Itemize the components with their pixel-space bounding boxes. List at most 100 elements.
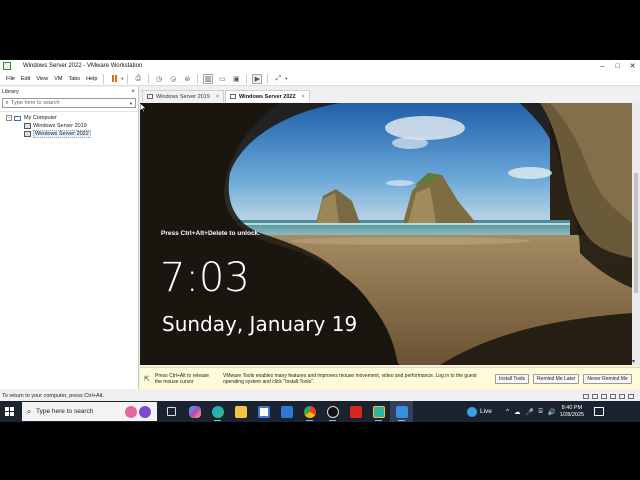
send-ctrl-alt-del-button[interactable]: ⎙ <box>133 74 143 84</box>
revert-snapshot-icon[interactable]: ◶ <box>168 74 178 84</box>
collapse-icon[interactable]: − <box>6 115 12 121</box>
clock-time: 8:40 PM <box>561 404 583 411</box>
toolbar-separator <box>103 73 105 84</box>
search-icon: ⌕ <box>26 406 32 416</box>
tab-label: Windows Server 2022 <box>239 93 296 100</box>
install-tools-button[interactable]: Install Tools <box>495 373 530 384</box>
library-search-placeholder: Type here to search <box>11 100 60 106</box>
menu-help[interactable]: Help <box>83 76 100 82</box>
file-explorer-icon[interactable] <box>229 401 252 422</box>
pause-dropdown-icon[interactable]: ▼ <box>120 76 124 81</box>
lockscreen-date: Sunday, January 19 <box>162 312 358 336</box>
mouse-pointer-icon <box>140 103 146 112</box>
store-icon[interactable] <box>252 401 275 422</box>
clock-date: 1/28/2025 <box>559 411 585 418</box>
cd-drive-icon[interactable] <box>592 393 598 399</box>
menu-tabs[interactable]: Tabs <box>65 76 83 82</box>
mail-icon[interactable] <box>275 401 298 422</box>
toolbar-separator <box>127 73 129 84</box>
notification-icon[interactable] <box>594 407 605 416</box>
sound-card-icon[interactable] <box>619 393 625 399</box>
scrollbar-thumb[interactable] <box>634 173 638 293</box>
thumbnail-bar-icon[interactable]: ▭ <box>217 74 227 84</box>
minimize-button[interactable]: – <box>595 60 610 72</box>
stretch-guest-icon[interactable]: ⤢ <box>273 74 283 84</box>
search-highlight-icon <box>125 404 155 419</box>
obs-icon[interactable] <box>321 401 344 422</box>
vmware-icon[interactable] <box>390 401 413 422</box>
tree-label: Windows Server 2022 <box>33 130 91 138</box>
taskbar-clock[interactable]: 8:40 PM 1/28/2025 <box>560 405 584 419</box>
network-icon[interactable]: ⌸ <box>539 408 543 416</box>
edge-icon[interactable] <box>206 401 229 422</box>
network-adapter-icon[interactable] <box>601 393 607 399</box>
chevron-down-icon[interactable]: ▼ <box>129 101 133 106</box>
vm-icon <box>24 131 31 137</box>
microphone-icon[interactable]: 🎤 <box>526 408 534 416</box>
library-view-icon[interactable]: ▥ <box>203 73 214 84</box>
library-panel: Library × ⌕ Type here to search ▼ − My C… <box>0 87 139 389</box>
tree-item-my-computer[interactable]: − My Computer <box>0 114 138 122</box>
usb-icon[interactable] <box>610 393 616 399</box>
close-icon[interactable]: × <box>131 89 135 97</box>
tab-label: Windows Server 2019 <box>156 93 210 100</box>
install-tools-message: VMware Tools enables many features and i… <box>223 372 477 385</box>
weather-live-widget[interactable]: Live <box>467 406 492 417</box>
unlock-hint: Press Ctrl+Alt+Delete to unlock. <box>161 230 260 237</box>
tree-item-vm[interactable]: Windows Server 2019 <box>0 122 138 130</box>
taskbar-search-placeholder: Type here to search <box>36 408 94 415</box>
close-button[interactable]: ✕ <box>625 60 640 72</box>
toolbar-separator <box>246 73 248 84</box>
taskbar-search-box[interactable]: ⌕ Type here to search <box>22 402 157 421</box>
cloud-icon[interactable]: ☁ <box>514 408 521 416</box>
menu-view[interactable]: View <box>33 76 51 82</box>
start-button[interactable] <box>0 401 18 422</box>
tab-windows-server-2019[interactable]: Windows Server 2019 × <box>142 90 225 102</box>
search-icon: ⌕ <box>5 99 9 106</box>
vm-icon <box>230 94 237 99</box>
cursor-release-icon: ⇱ <box>144 375 150 383</box>
chrome-icon[interactable] <box>298 401 321 422</box>
release-cursor-message: Press Ctrl+Alt to release the mouse curs… <box>155 372 210 385</box>
tab-close-icon[interactable]: × <box>216 94 219 100</box>
console-view-icon[interactable]: ▶ <box>252 73 263 84</box>
menu-file[interactable]: File <box>3 76 18 82</box>
library-search-input[interactable]: ⌕ Type here to search ▼ <box>2 98 136 108</box>
vmware-app-icon <box>3 62 11 70</box>
status-message: To return to your computer, press Ctrl+A… <box>2 393 104 399</box>
acrobat-icon[interactable] <box>344 401 367 422</box>
hard-disk-icon[interactable] <box>583 393 589 399</box>
vm-icon <box>147 94 153 99</box>
vm-tabs: Windows Server 2019 × Windows Server 202… <box>142 90 311 102</box>
snapshot-manager-icon[interactable]: ⊜ <box>182 74 192 84</box>
copilot-icon[interactable] <box>183 401 206 422</box>
resize-corner-icon: ▾ <box>632 359 636 365</box>
library-header: Library × <box>0 87 138 97</box>
taskbar-apps <box>160 401 413 422</box>
tab-close-icon[interactable]: × <box>302 94 305 100</box>
menu-edit[interactable]: Edit <box>18 76 33 82</box>
toolbar-separator <box>148 73 150 84</box>
live-icon <box>467 406 477 417</box>
task-view-icon[interactable] <box>160 401 183 422</box>
file-manager-icon[interactable] <box>367 401 390 422</box>
menu-vm[interactable]: VM <box>51 76 65 82</box>
system-tray: ^ ☁ 🎤 ⌸ 🔊 <box>506 408 556 416</box>
tab-windows-server-2022[interactable]: Windows Server 2022 × <box>225 90 310 102</box>
live-label: Live <box>480 408 492 415</box>
full-screen-icon[interactable]: ▣ <box>231 74 241 84</box>
remind-me-later-button[interactable]: Remind Me Later <box>533 373 580 384</box>
never-remind-me-button[interactable]: Never Remind Me <box>583 373 632 384</box>
vertical-scrollbar[interactable] <box>632 103 640 365</box>
show-hidden-icons-icon[interactable]: ^ <box>506 408 509 415</box>
tree-item-vm-selected[interactable]: Windows Server 2022 <box>0 130 138 138</box>
pause-button[interactable] <box>109 74 119 84</box>
maximize-button[interactable]: □ <box>610 60 625 72</box>
library-title: Library <box>2 89 19 95</box>
snapshot-icon[interactable]: ◷ <box>154 74 164 84</box>
vm-console[interactable]: Press Ctrl+Alt+Delete to unlock. 7:03 Su… <box>140 103 632 365</box>
title-bar: Windows Server 2022 - VMware Workstation… <box>0 60 640 72</box>
display-icon[interactable] <box>628 393 634 399</box>
stretch-dropdown-icon[interactable]: ▼ <box>284 76 288 81</box>
volume-icon[interactable]: 🔊 <box>548 408 556 416</box>
